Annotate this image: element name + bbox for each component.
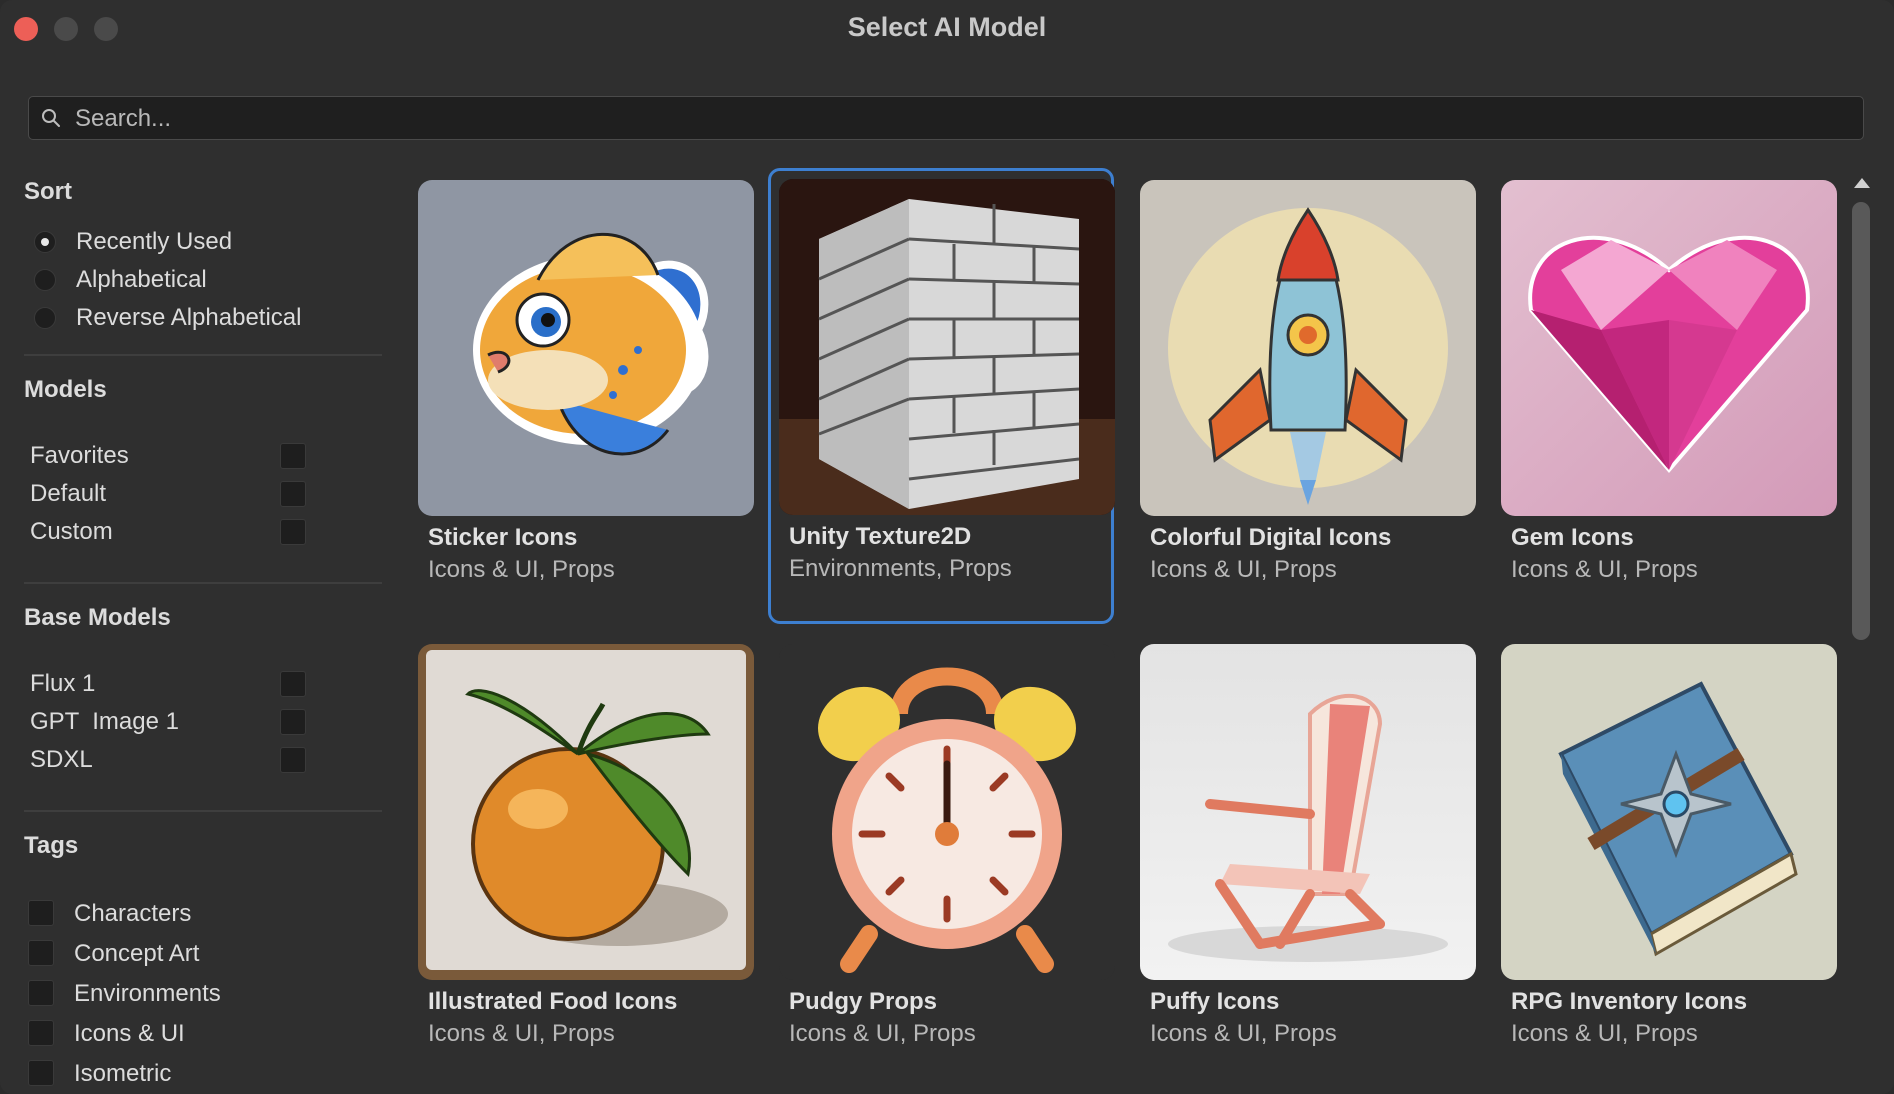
orange-icon [418,644,754,980]
scrollbar-thumb[interactable] [1852,202,1870,640]
card-tags: Environments, Props [789,555,1012,582]
card-tags: Icons & UI, Props [1150,556,1337,583]
section-divider [24,354,382,356]
model-card-puffy-icons[interactable]: Puffy Icons Icons & UI, Props [1138,632,1484,1088]
card-title: Illustrated Food Icons [428,988,678,1015]
heart-gem-icon [1501,180,1837,516]
scroll-up-arrow-icon[interactable] [1854,178,1870,188]
spell-book-icon [1501,644,1837,980]
fish-sticker-icon [418,180,754,516]
flux-checkbox[interactable] [280,671,306,697]
tag-label: Environments [74,980,221,1007]
sort-option-label: Reverse Alphabetical [76,304,302,331]
sort-option-reverse-alphabetical[interactable]: Reverse Alphabetical [34,302,301,334]
card-tags: Icons & UI, Props [428,1020,615,1047]
card-title: RPG Inventory Icons [1511,988,1748,1015]
sort-option-alphabetical[interactable]: Alphabetical [34,264,207,296]
window-title: Select AI Model [847,12,1047,42]
sort-option-label: Recently Used [76,228,233,255]
sdxl-checkbox[interactable] [280,747,306,773]
card-title: Colorful Digital Icons [1150,524,1392,551]
tag-label: Icons & UI [74,1020,185,1047]
tag-label: Concept Art [74,940,200,967]
tag-label: Characters [74,900,192,927]
search-input[interactable] [73,103,1837,135]
model-card-colorful-digital-icons[interactable]: Colorful Digital Icons Icons & UI, Props [1138,168,1484,624]
base-models-heading: Base Models [24,604,171,631]
model-card-unity-texture2d[interactable]: Unity Texture2D Environments, Props [768,168,1115,624]
card-tags: Icons & UI, Props [1511,1020,1698,1047]
gpt-image-checkbox[interactable] [280,709,306,735]
model-card-gem-icons[interactable]: Gem Icons Icons & UI, Props [1499,168,1845,624]
model-filter-label: Custom [30,518,113,545]
model-filter-custom[interactable]: Custom [30,516,320,548]
section-divider [24,810,382,812]
alarm-clock-icon [779,644,1115,980]
models-heading: Models [24,376,107,403]
card-tags: Icons & UI, Props [428,556,615,583]
card-title: Unity Texture2D [789,523,972,550]
vertical-scrollbar[interactable] [1850,170,1872,1094]
sort-option-label: Alphabetical [76,266,207,293]
tag-label: Isometric [74,1060,172,1087]
card-title: Gem Icons [1511,524,1634,551]
model-card-rpg-inventory-icons[interactable]: RPG Inventory Icons Icons & UI, Props [1499,632,1845,1088]
base-model-filter-gpt-image[interactable]: GPT Image 1 [30,706,320,738]
custom-checkbox[interactable] [280,519,306,545]
characters-checkbox[interactable] [28,900,54,926]
model-filter-favorites[interactable]: Favorites [30,440,320,472]
card-title: Sticker Icons [428,524,578,551]
card-title: Puffy Icons [1150,988,1280,1015]
card-tags: Icons & UI, Props [1511,556,1698,583]
brick-cube-icon [779,179,1115,515]
card-tags: Icons & UI, Props [1150,1020,1337,1047]
section-divider [24,582,382,584]
search-icon [42,109,60,127]
icons-ui-checkbox[interactable] [28,1020,54,1046]
select-ai-model-window: Select AI Model Sort Recently Used Alpha… [0,0,1894,1094]
radio-button[interactable] [34,307,56,329]
rocket-icon [1140,180,1476,516]
radio-button[interactable] [34,269,56,291]
model-filter-label: Default [30,480,107,507]
base-model-label: Flux 1 [30,670,96,697]
base-model-label: SDXL [30,746,93,773]
base-model-filter-sdxl[interactable]: SDXL [30,744,320,776]
radio-button-selected[interactable] [34,231,56,253]
model-filter-label: Favorites [30,442,129,469]
environments-checkbox[interactable] [28,980,54,1006]
isometric-checkbox[interactable] [28,1060,54,1086]
model-card-illustrated-food-icons[interactable]: Illustrated Food Icons Icons & UI, Props [416,632,762,1088]
default-checkbox[interactable] [280,481,306,507]
model-card-pudgy-props[interactable]: Pudgy Props Icons & UI, Props [777,632,1123,1088]
base-model-filter-flux[interactable]: Flux 1 [30,668,320,700]
sort-heading: Sort [24,178,72,205]
title-bar: Select AI Model [0,0,1894,60]
beach-chair-icon [1140,644,1476,980]
sort-option-recently-used[interactable]: Recently Used [34,226,232,258]
tags-heading: Tags [24,832,79,859]
model-card-sticker-icons[interactable]: Sticker Icons Icons & UI, Props [416,168,762,624]
card-title: Pudgy Props [789,988,938,1015]
base-model-label: GPT Image 1 [30,708,179,735]
search-bar[interactable] [28,96,1864,140]
card-tags: Icons & UI, Props [789,1020,976,1047]
concept-art-checkbox[interactable] [28,940,54,966]
favorites-checkbox[interactable] [280,443,306,469]
model-filter-default[interactable]: Default [30,478,320,510]
